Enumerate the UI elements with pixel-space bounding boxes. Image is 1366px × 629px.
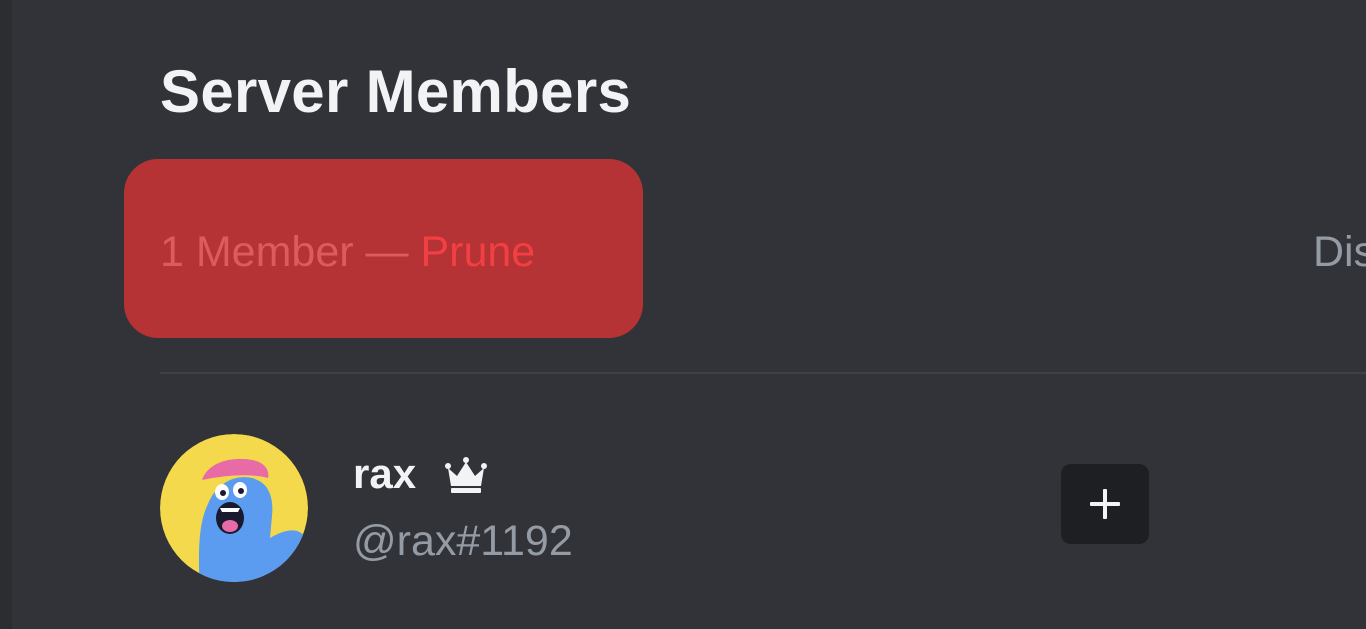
avatar[interactable] xyxy=(160,434,308,582)
display-filter-label[interactable]: Dis xyxy=(1313,224,1366,280)
add-role-button[interactable] xyxy=(1061,464,1149,544)
member-tag: @rax#1192 xyxy=(353,517,573,565)
plus-icon xyxy=(1090,489,1120,519)
member-count-row: 1 Member — Prune xyxy=(160,224,535,280)
member-count-label: 1 Member — xyxy=(160,228,409,276)
member-row[interactable]: rax @rax#1192 xyxy=(160,424,1366,594)
member-username: rax xyxy=(353,450,417,497)
page-title: Server Members xyxy=(160,58,632,125)
divider xyxy=(160,372,1366,374)
sidebar-edge xyxy=(0,0,12,629)
avatar-cartoon-icon xyxy=(160,434,308,582)
prune-link[interactable]: Prune xyxy=(420,228,535,276)
crown-icon xyxy=(445,457,487,493)
server-members-page: Server Members 1 Member — Prune Dis rax xyxy=(12,0,1366,629)
